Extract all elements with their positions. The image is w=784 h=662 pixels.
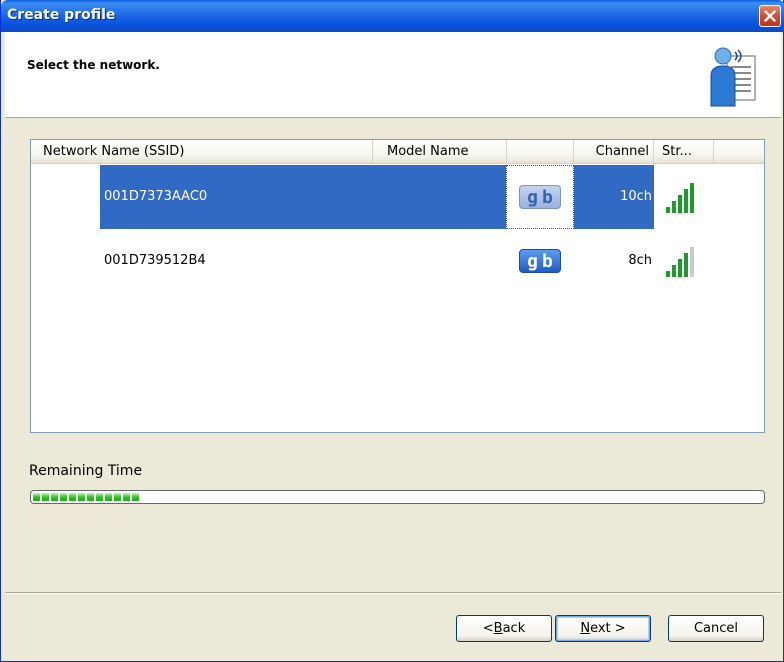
signal-bar	[690, 183, 694, 213]
close-button[interactable]	[759, 5, 781, 27]
progress-segment	[42, 493, 49, 501]
close-icon	[764, 10, 776, 22]
ssid-cell: 001D739512B4	[104, 253, 206, 268]
next-button-label: ext >	[590, 621, 626, 636]
remaining-time-label: Remaining Time	[29, 463, 143, 479]
wizard-subtitle: Select the network.	[27, 58, 160, 72]
progress-segment	[33, 493, 40, 501]
remaining-time-progress	[30, 490, 765, 504]
create-profile-window: Create profile Select the network. Netwo…	[0, 0, 784, 662]
signal-bar	[690, 247, 694, 277]
progress-segment	[60, 493, 67, 501]
column-header: Network Name (SSID) Model Name Channel S…	[31, 140, 764, 164]
signal-cell	[657, 165, 705, 229]
profile-wireless-icon	[710, 47, 756, 107]
next-button[interactable]: Next >	[555, 615, 651, 642]
signal-bar	[672, 265, 676, 277]
progress-segment	[114, 493, 121, 501]
progress-segment	[96, 493, 103, 501]
network-row[interactable]: 001D739512B4 gb 8ch	[31, 229, 764, 293]
signal-bar	[678, 259, 682, 277]
progress-segment	[132, 493, 139, 501]
channel-cell: 8ch	[628, 253, 652, 268]
signal-bar	[672, 201, 676, 213]
signal-strength-icon	[666, 183, 694, 213]
titlebar[interactable]: Create profile	[1, 0, 784, 32]
gb-badge-icon: gb	[519, 249, 561, 273]
signal-bar	[666, 271, 670, 277]
progress-segment	[123, 493, 130, 501]
signal-bar	[684, 253, 688, 277]
footer-separator	[5, 592, 781, 594]
window-title: Create profile	[7, 7, 116, 23]
progress-segment	[105, 493, 112, 501]
progress-segment	[51, 493, 58, 501]
signal-cell	[657, 229, 705, 293]
signal-bar	[666, 207, 670, 213]
column-model-name[interactable]: Model Name	[373, 140, 507, 164]
progress-segment	[87, 493, 94, 501]
column-strength[interactable]: Str...	[654, 140, 714, 164]
progress-segment	[69, 493, 76, 501]
next-button-accel: N	[580, 621, 591, 636]
progress-segment	[78, 493, 85, 501]
network-row[interactable]: 001D7373AAC0 gb 10ch	[31, 165, 764, 229]
ssid-cell: 001D7373AAC0	[100, 165, 506, 229]
wizard-header: Select the network.	[5, 32, 781, 118]
signal-strength-icon	[666, 247, 694, 277]
column-ssid[interactable]: Network Name (SSID)	[31, 140, 373, 164]
gb-badge-icon: gb	[519, 185, 561, 209]
progress-fill	[33, 493, 762, 501]
network-type-badge-cell: gb	[506, 165, 574, 229]
network-type-badge-cell: gb	[506, 229, 574, 293]
signal-bar	[678, 195, 682, 213]
back-button-label: ack	[502, 621, 526, 636]
cancel-button[interactable]: Cancel	[668, 615, 764, 642]
network-list[interactable]: Network Name (SSID) Model Name Channel S…	[30, 139, 765, 433]
back-button-prefix: <	[482, 621, 494, 636]
channel-cell: 10ch	[574, 165, 654, 229]
column-channel[interactable]: Channel	[574, 140, 654, 164]
column-type[interactable]	[507, 140, 574, 164]
signal-bar	[684, 189, 688, 213]
back-button-accel: B	[493, 621, 503, 636]
back-button[interactable]: < Back	[456, 615, 552, 642]
